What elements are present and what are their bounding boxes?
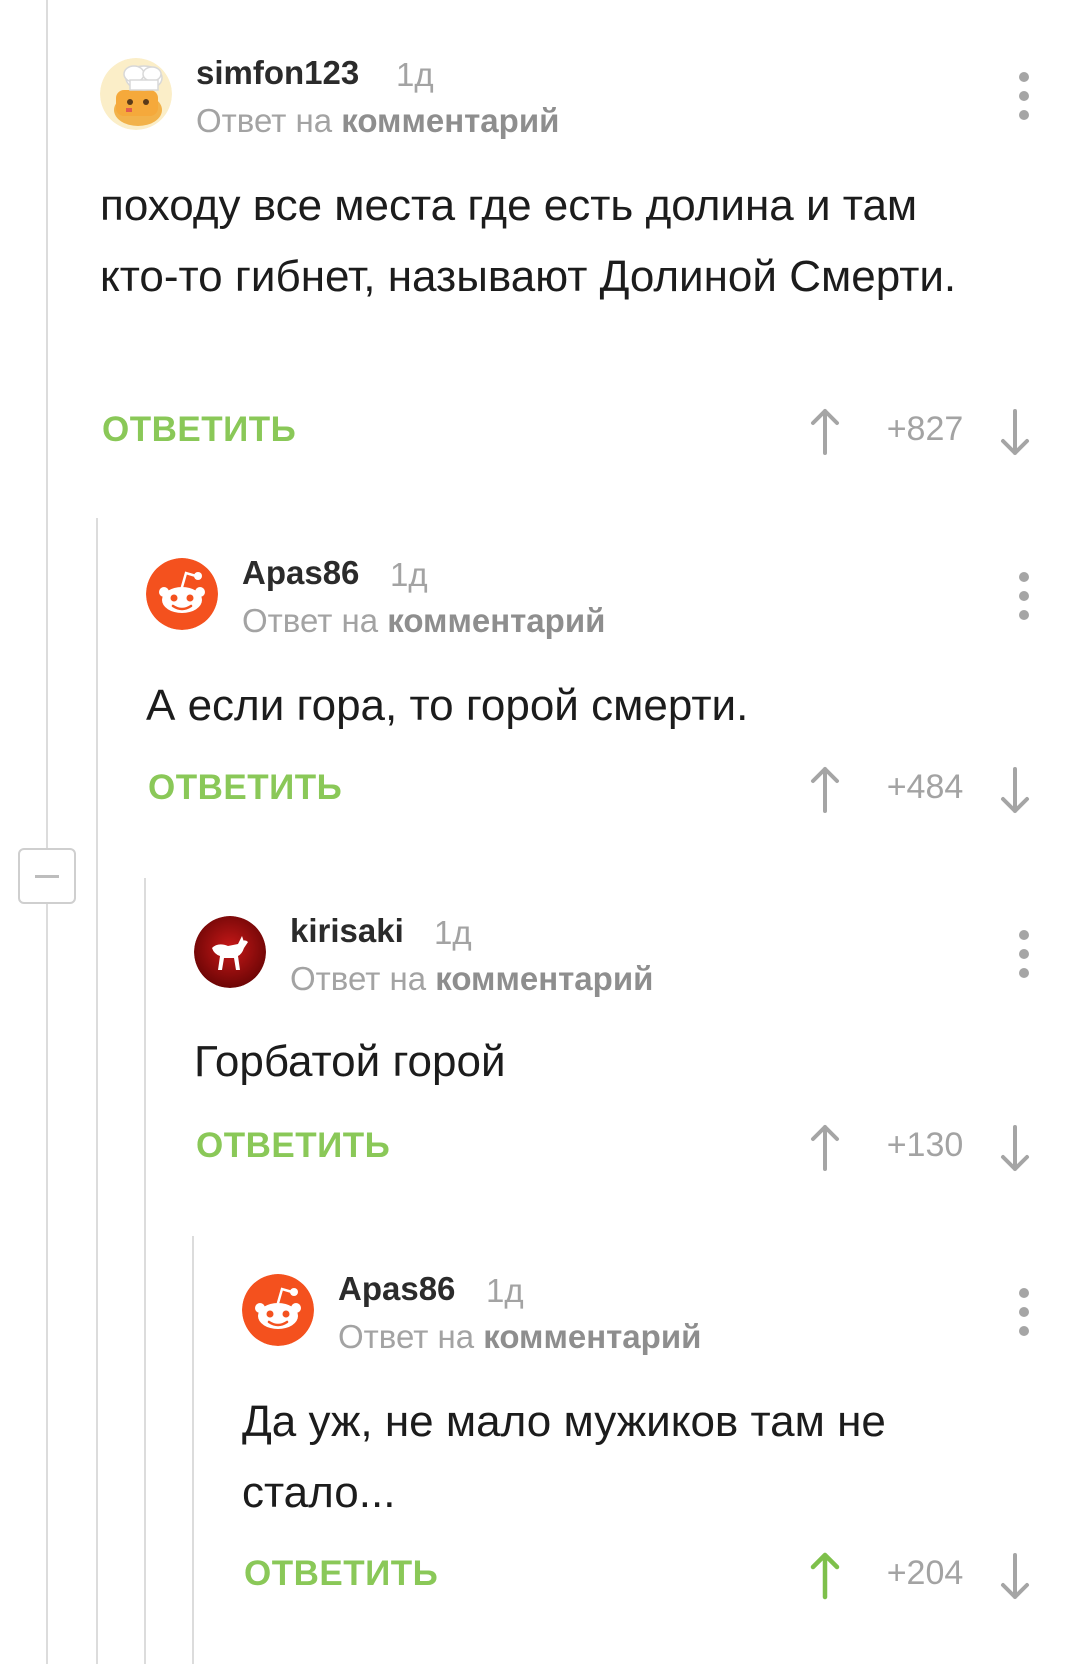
avatar[interactable]: [194, 916, 266, 988]
reply-to-label: Ответ на комментарий: [196, 102, 559, 140]
more-options-icon[interactable]: [1017, 1288, 1029, 1336]
reply-to-prefix: Ответ на: [196, 102, 333, 139]
reply-to-link[interactable]: комментарий: [483, 1318, 701, 1355]
chef-cat-avatar-icon: [100, 58, 172, 130]
vote-controls: +204: [805, 1551, 1035, 1601]
thread-line-level-3: [192, 1236, 194, 1664]
comment-text: Горбатой горой: [194, 1037, 506, 1086]
thread-line-level-1: [96, 518, 98, 1664]
comment-time: 1д: [396, 56, 434, 93]
author-name[interactable]: simfon123: [196, 54, 359, 92]
vote-score: +204: [886, 1554, 964, 1592]
comment-time: 1д: [486, 1272, 524, 1309]
reply-to-label: Ответ на комментарий: [290, 960, 653, 998]
upvote-arrow-icon[interactable]: [805, 1123, 845, 1173]
avatar[interactable]: [242, 1274, 314, 1346]
reply-to-link[interactable]: комментарий: [435, 960, 653, 997]
vote-controls: +484: [805, 765, 1035, 815]
vote-controls: +130: [805, 1123, 1035, 1173]
vote-score: +130: [886, 1126, 964, 1164]
more-options-icon[interactable]: [1017, 930, 1029, 978]
upvote-arrow-icon[interactable]: [805, 1551, 845, 1601]
comment: Apas86 1д Ответ на комментарий Да уж, не…: [242, 1270, 1075, 1614]
reddit-alien-avatar-icon: [146, 558, 218, 630]
white-pony-avatar-icon: [194, 916, 266, 988]
comment-time: 1д: [434, 914, 472, 951]
upvote-arrow-icon[interactable]: [805, 765, 845, 815]
author-name[interactable]: Apas86: [338, 1270, 455, 1308]
reply-to-link[interactable]: комментарий: [387, 602, 605, 639]
avatar[interactable]: [146, 558, 218, 630]
comment-text: А если гора, то горой смерти.: [146, 681, 749, 730]
reddit-alien-avatar-icon: [242, 1274, 314, 1346]
downvote-arrow-icon[interactable]: [995, 407, 1035, 457]
avatar[interactable]: [100, 58, 172, 130]
reply-to-link[interactable]: комментарий: [341, 102, 559, 139]
author-name[interactable]: kirisaki: [290, 912, 404, 950]
downvote-arrow-icon[interactable]: [995, 1123, 1035, 1173]
reply-to-prefix: Ответ на: [338, 1318, 475, 1355]
upvote-arrow-icon[interactable]: [805, 407, 845, 457]
comment: Apas86 1д Ответ на комментарий А если го…: [146, 554, 1075, 818]
minus-icon: [35, 875, 59, 878]
reply-to-prefix: Ответ на: [242, 602, 379, 639]
comment: kirisaki 1д Ответ на комментарий Горбато…: [194, 912, 1075, 1176]
more-options-icon[interactable]: [1017, 72, 1029, 120]
thread-line-level-0: [46, 0, 48, 1664]
reply-button[interactable]: ОТВЕТИТЬ: [148, 768, 342, 808]
reply-to-prefix: Ответ на: [290, 960, 427, 997]
reply-button[interactable]: ОТВЕТИТЬ: [244, 1554, 438, 1594]
collapse-thread-button[interactable]: [18, 848, 76, 904]
downvote-arrow-icon[interactable]: [995, 765, 1035, 815]
reply-to-label: Ответ на комментарий: [242, 602, 605, 640]
reply-button[interactable]: ОТВЕТИТЬ: [196, 1126, 390, 1166]
vote-score: +827: [886, 410, 964, 448]
vote-controls: +827: [805, 407, 1035, 457]
reply-button[interactable]: ОТВЕТИТЬ: [102, 410, 296, 450]
thread-line-level-2: [144, 878, 146, 1664]
author-name[interactable]: Apas86: [242, 554, 359, 592]
vote-score: +484: [886, 768, 964, 806]
comment-text: походу все места где есть долина и там к…: [100, 181, 957, 301]
comment-time: 1д: [390, 556, 428, 593]
more-options-icon[interactable]: [1017, 572, 1029, 620]
downvote-arrow-icon[interactable]: [995, 1551, 1035, 1601]
comment: simfon123 1д Ответ на комментарий походу…: [100, 54, 1075, 458]
comment-text: Да уж, не мало мужиков там не стало...: [242, 1397, 886, 1517]
reply-to-label: Ответ на комментарий: [338, 1318, 701, 1356]
